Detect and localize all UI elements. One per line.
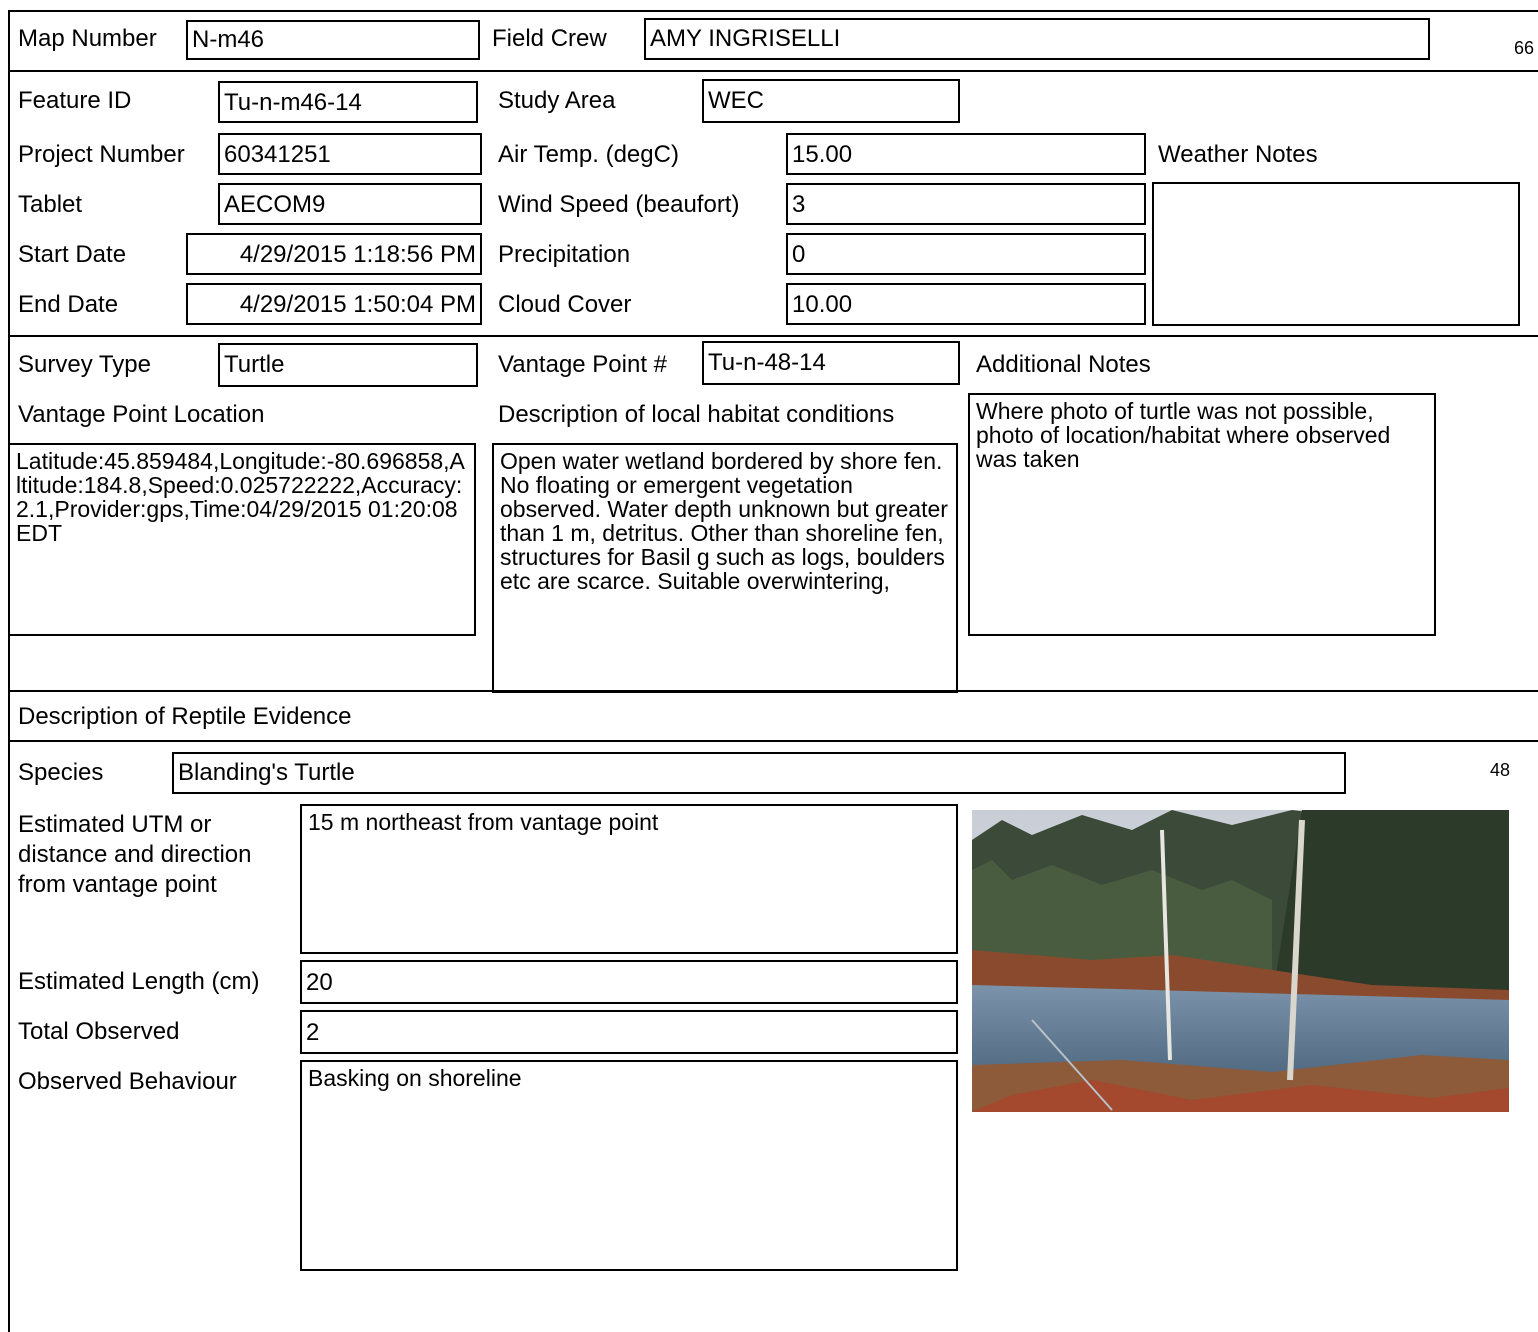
wind-speed-label: Wind Speed (beaufort) bbox=[498, 191, 740, 218]
tablet-label: Tablet bbox=[18, 191, 83, 218]
air-temp-label: Air Temp. (degC) bbox=[498, 141, 679, 168]
behaviour-label: Observed Behaviour bbox=[18, 1068, 237, 1095]
length-field[interactable]: 20 bbox=[300, 960, 958, 1004]
tablet-field[interactable]: AECOM9 bbox=[218, 183, 482, 225]
feature-id-label: Feature ID bbox=[18, 87, 132, 114]
end-date-label: End Date bbox=[18, 291, 119, 318]
divider-4 bbox=[8, 740, 1538, 742]
precipitation-label: Precipitation bbox=[498, 241, 631, 268]
frame-left bbox=[8, 10, 10, 1332]
study-area-field[interactable]: WEC bbox=[702, 79, 960, 123]
utm-label: Estimated UTM or distance and direction … bbox=[18, 811, 252, 898]
project-number-label: Project Number bbox=[18, 141, 185, 168]
project-number-field[interactable]: 60341251 bbox=[218, 133, 482, 175]
species-field[interactable]: Blanding's Turtle bbox=[172, 752, 1346, 794]
vantage-point-label: Vantage Point # bbox=[498, 351, 668, 378]
divider-1 bbox=[8, 70, 1538, 72]
start-date-field[interactable]: 4/29/2015 1:18:56 PM bbox=[186, 233, 482, 275]
survey-type-label: Survey Type bbox=[18, 351, 151, 378]
total-field[interactable]: 2 bbox=[300, 1010, 958, 1054]
utm-field[interactable]: 15 m northeast from vantage point bbox=[300, 804, 958, 954]
map-number-field[interactable]: N-m46 bbox=[186, 20, 480, 60]
vantage-point-field[interactable]: Tu-n-48-14 bbox=[702, 341, 960, 385]
frame-top bbox=[8, 10, 1538, 12]
species-label: Species bbox=[18, 759, 104, 786]
end-date-field[interactable]: 4/29/2015 1:50:04 PM bbox=[186, 283, 482, 325]
vp-location-label: Vantage Point Location bbox=[18, 401, 265, 428]
cloud-cover-field[interactable]: 10.00 bbox=[786, 283, 1146, 325]
weather-notes-label: Weather Notes bbox=[1158, 141, 1318, 168]
survey-type-field[interactable]: Turtle bbox=[218, 343, 478, 387]
additional-notes-field[interactable]: Where photo of turtle was not possible, … bbox=[968, 393, 1436, 636]
field-crew-field[interactable]: AMY INGRISELLI bbox=[644, 18, 1430, 60]
additional-notes-label: Additional Notes bbox=[976, 351, 1151, 378]
feature-id-field[interactable]: Tu-n-m46-14 bbox=[218, 81, 478, 123]
weather-notes-field[interactable] bbox=[1152, 182, 1520, 326]
habitat-photo bbox=[972, 810, 1509, 1112]
total-label: Total Observed bbox=[18, 1018, 180, 1045]
habitat-field[interactable]: Open water wetland bordered by shore fen… bbox=[492, 443, 958, 693]
behaviour-field[interactable]: Basking on shoreline bbox=[300, 1060, 958, 1271]
evidence-section-label: Description of Reptile Evidence bbox=[18, 703, 352, 730]
page-number-mid: 48 bbox=[1490, 760, 1511, 780]
study-area-label: Study Area bbox=[498, 87, 616, 114]
page-number-top: 66 bbox=[1514, 38, 1535, 58]
precipitation-field[interactable]: 0 bbox=[786, 233, 1146, 275]
length-label: Estimated Length (cm) bbox=[18, 968, 260, 995]
divider-3 bbox=[8, 690, 1538, 692]
air-temp-field[interactable]: 15.00 bbox=[786, 133, 1146, 175]
start-date-label: Start Date bbox=[18, 241, 127, 268]
habitat-label: Description of local habitat conditions bbox=[498, 401, 895, 428]
cloud-cover-label: Cloud Cover bbox=[498, 291, 632, 318]
habitat-photo-svg bbox=[972, 810, 1509, 1112]
vp-location-field[interactable]: Latitude:45.859484,Longitude:-80.696858,… bbox=[8, 443, 476, 636]
wind-speed-field[interactable]: 3 bbox=[786, 183, 1146, 225]
divider-2 bbox=[8, 335, 1538, 337]
map-number-label: Map Number bbox=[18, 25, 157, 52]
field-crew-label: Field Crew bbox=[492, 25, 607, 52]
